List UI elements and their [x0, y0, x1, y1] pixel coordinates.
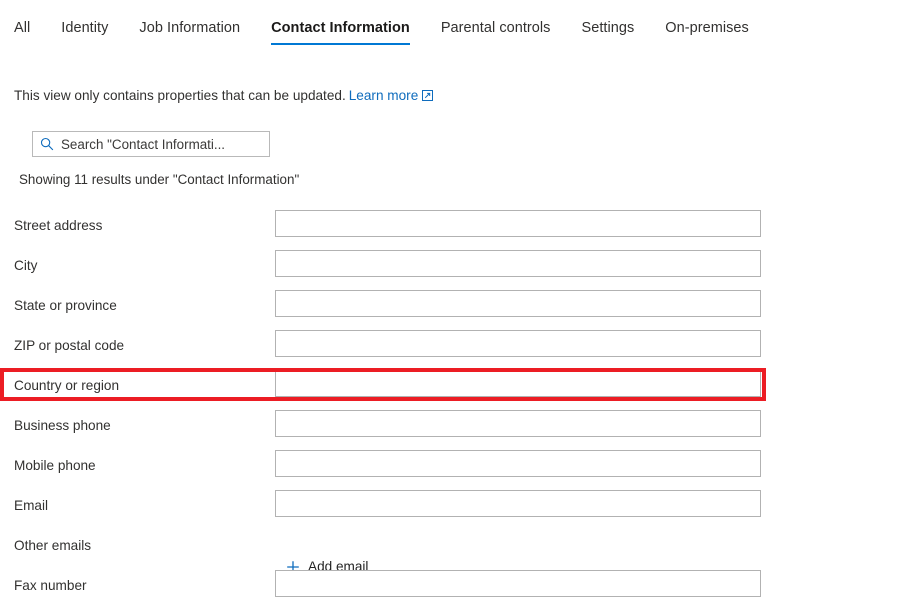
search-input[interactable]	[61, 132, 269, 156]
learn-more-link[interactable]: Learn more	[349, 88, 434, 103]
text-input[interactable]	[276, 211, 760, 236]
form-row-field[interactable]	[275, 290, 761, 317]
tab-on-premises[interactable]: On-premises	[665, 0, 749, 49]
results-count-text: Showing 11 results under "Contact Inform…	[19, 172, 300, 187]
form-row-label: Mobile phone	[14, 458, 96, 473]
tab-strip: All Identity Job Information Contact Inform…	[0, 0, 901, 54]
form-row-field[interactable]	[275, 570, 761, 597]
form-row: Other emails Add email	[0, 530, 901, 574]
form-row-label: ZIP or postal code	[14, 338, 125, 353]
tab-job-information[interactable]: Job Information	[139, 0, 240, 49]
form-row-field[interactable]	[275, 490, 761, 517]
form-row-field[interactable]	[275, 250, 761, 277]
form-row: Street address	[0, 210, 901, 250]
text-input[interactable]	[276, 291, 760, 316]
property-form: Street address City State or province ZIP o…	[0, 210, 901, 610]
tab-parental-controls[interactable]: Parental controls	[441, 0, 551, 49]
search-box[interactable]	[32, 131, 270, 157]
text-input[interactable]	[276, 251, 760, 276]
tab-contact-information[interactable]: Contact Information	[271, 0, 410, 49]
text-input[interactable]	[276, 331, 760, 356]
text-input[interactable]	[276, 411, 760, 436]
form-row-field[interactable]	[275, 410, 761, 437]
form-row: City	[0, 250, 901, 290]
form-row: Mobile phone	[0, 450, 901, 490]
learn-more-label: Learn more	[348, 88, 419, 103]
tab-all[interactable]: All	[14, 0, 30, 49]
form-row-label: Business phone	[14, 418, 111, 433]
form-row-label: Street address	[14, 218, 103, 233]
text-input[interactable]	[276, 371, 760, 396]
tab-identity[interactable]: Identity	[61, 0, 108, 49]
form-row: Country or region	[0, 370, 901, 410]
view-info-text: This view only contains properties that …	[14, 88, 346, 103]
search-icon	[33, 137, 61, 151]
form-row-field[interactable]	[275, 210, 761, 237]
form-row: Business phone	[0, 410, 901, 450]
form-row-label: City	[14, 258, 38, 273]
form-row-label: Other emails	[14, 538, 92, 553]
form-row-field[interactable]	[275, 330, 761, 357]
text-input[interactable]	[276, 491, 760, 516]
form-row-field[interactable]	[275, 450, 761, 477]
text-input[interactable]	[276, 451, 760, 476]
form-row-field[interactable]	[275, 370, 761, 397]
form-row: Email	[0, 490, 901, 530]
form-row-label: Country or region	[14, 378, 120, 393]
form-row: State or province	[0, 290, 901, 330]
tab-settings[interactable]: Settings	[582, 0, 635, 49]
text-input[interactable]	[276, 571, 760, 596]
external-link-icon	[422, 90, 434, 101]
form-row: ZIP or postal code	[0, 330, 901, 370]
form-row: Fax number	[0, 570, 901, 610]
form-row-label: Fax number	[14, 578, 87, 593]
form-row-label: Email	[14, 498, 48, 513]
form-row-label: State or province	[14, 298, 117, 313]
view-info-line: This view only contains properties that …	[14, 86, 434, 106]
